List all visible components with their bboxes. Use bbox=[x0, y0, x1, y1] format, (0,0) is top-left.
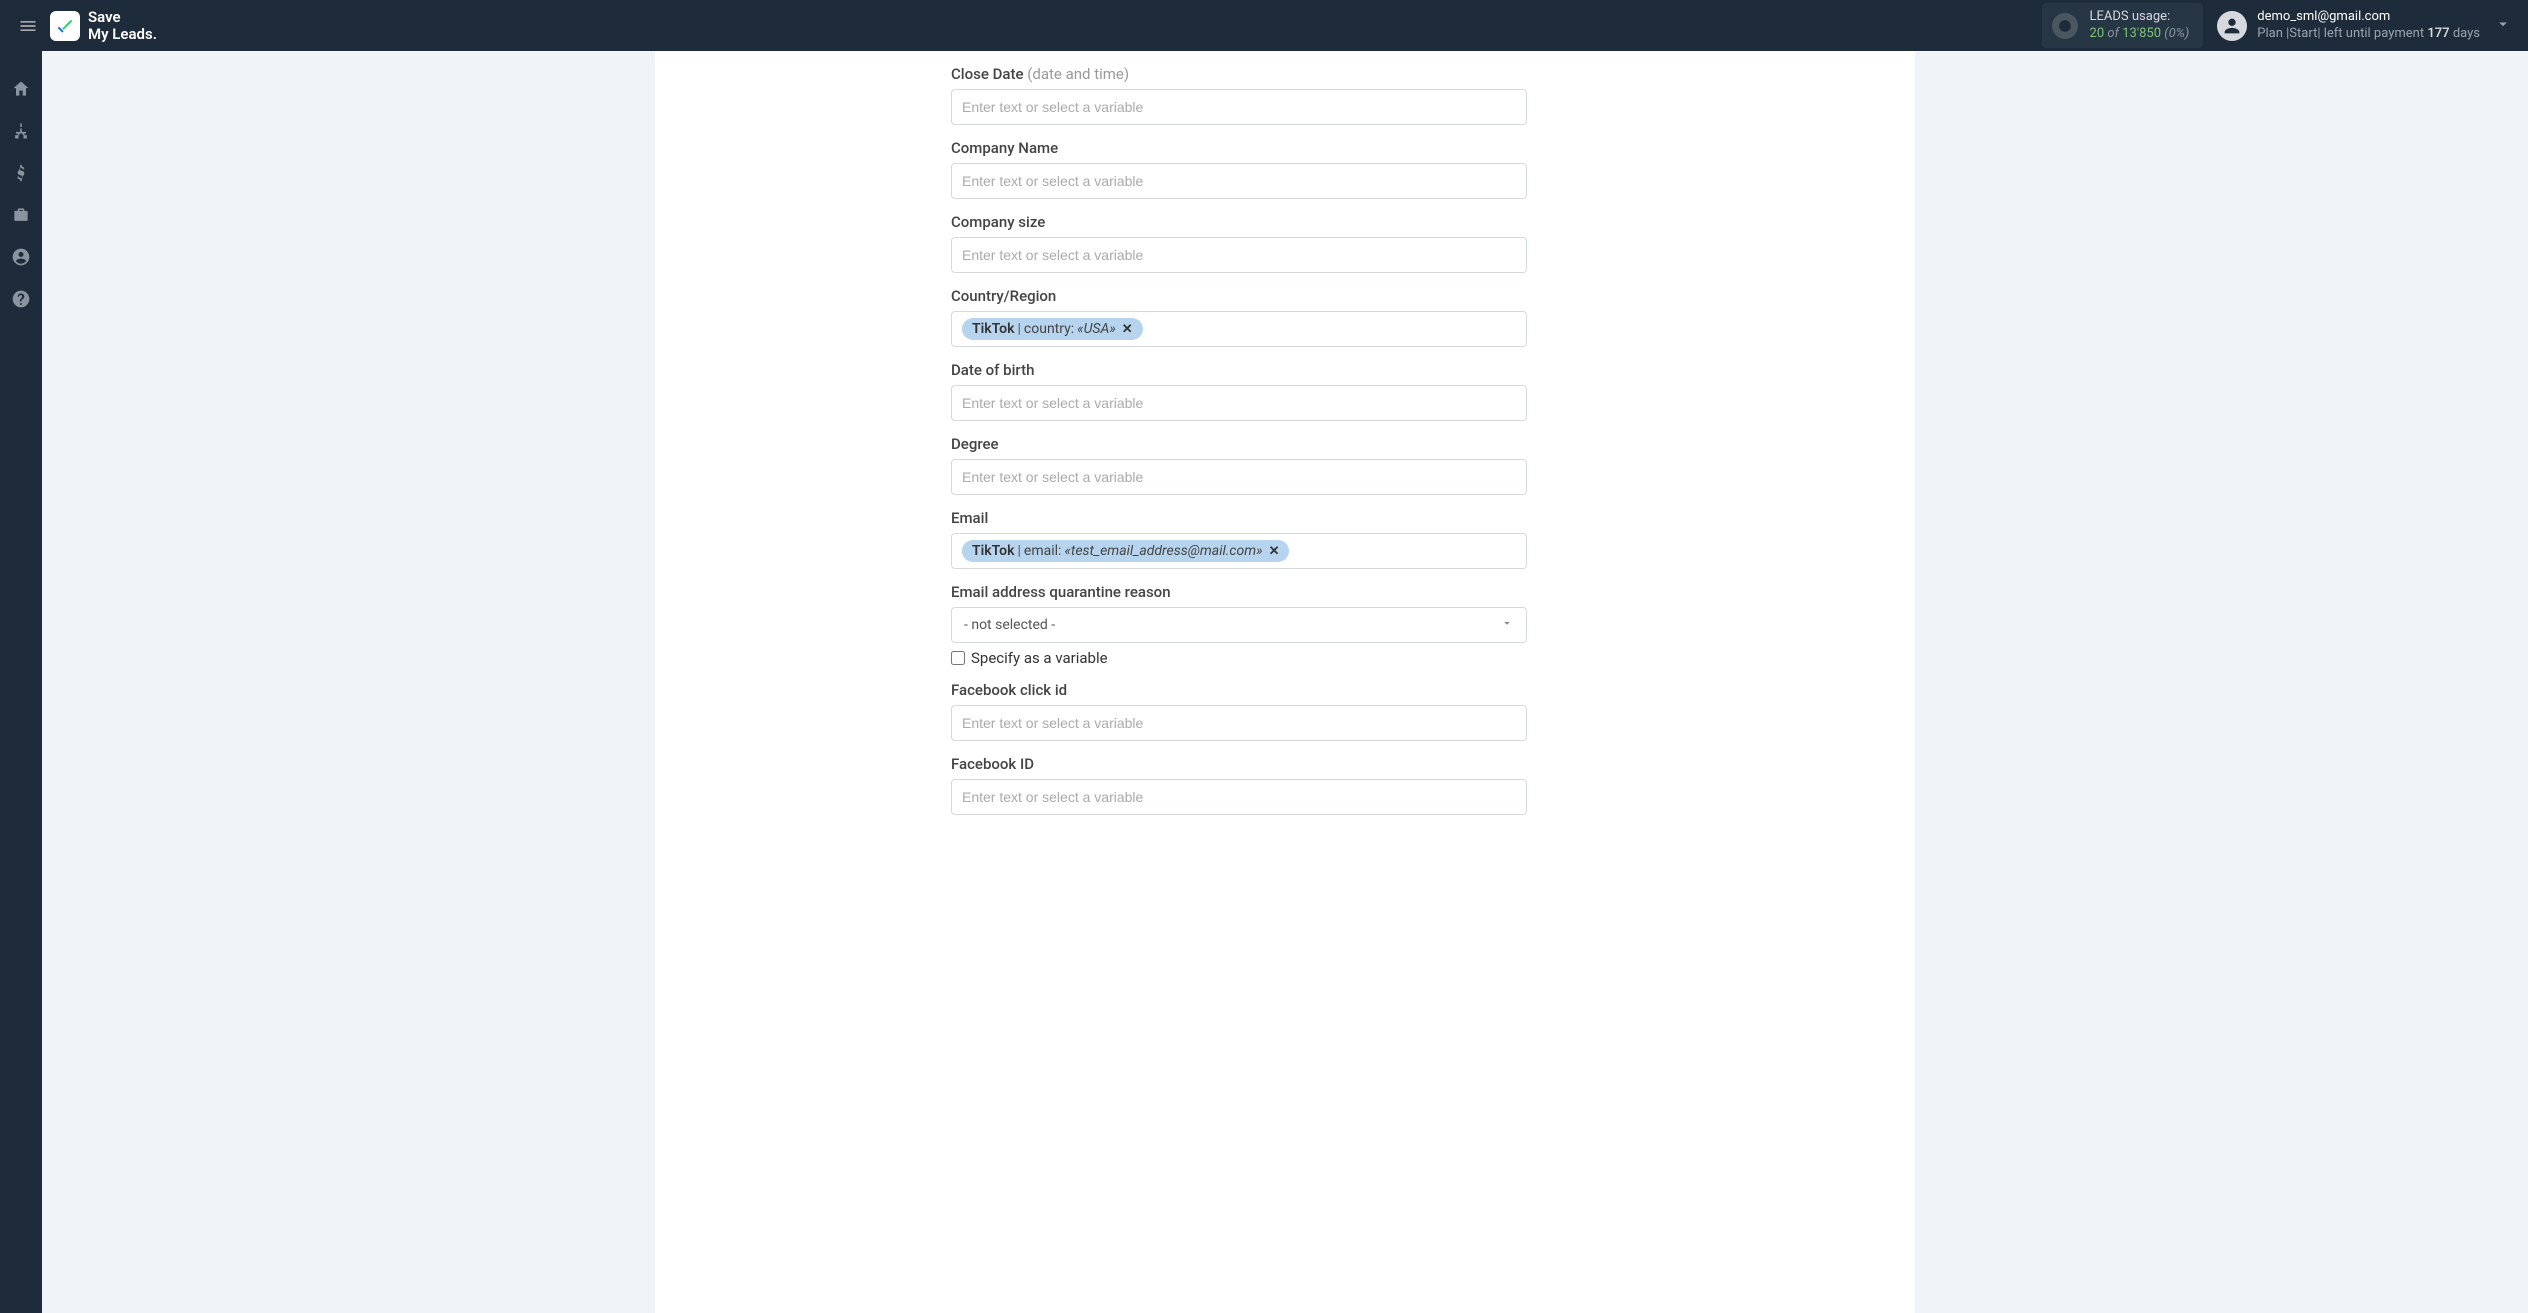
dollar-icon bbox=[11, 163, 31, 183]
help-icon bbox=[11, 289, 31, 309]
field-country: Country/Region TikTok | country: «USA» ✕ bbox=[951, 287, 1527, 347]
select-quarantine[interactable]: - not selected - bbox=[951, 607, 1527, 643]
label-email: Email bbox=[951, 509, 1527, 527]
input-country[interactable]: TikTok | country: «USA» ✕ bbox=[951, 311, 1527, 347]
user-email: demo_sml@gmail.com bbox=[2257, 9, 2480, 26]
sidebar-item-account[interactable] bbox=[11, 247, 31, 267]
select-value: - not selected - bbox=[964, 617, 1055, 633]
sidebar-item-billing[interactable] bbox=[11, 163, 31, 183]
field-quarantine: Email address quarantine reason - not se… bbox=[951, 583, 1527, 667]
field-email: Email TikTok | email: «test_email_addres… bbox=[951, 509, 1527, 569]
brand-text: Save My Leads. bbox=[88, 9, 157, 42]
input-close-date[interactable] bbox=[951, 89, 1527, 125]
label-close-date: Close Date (date and time) bbox=[951, 65, 1527, 83]
sidebar-item-connections[interactable] bbox=[11, 121, 31, 141]
usage-label: LEADS usage: bbox=[2090, 9, 2190, 26]
user-menu[interactable]: demo_sml@gmail.com Plan |Start| left unt… bbox=[2217, 9, 2480, 43]
header-bar: Save My Leads. LEADS usage: 20 of 13'850… bbox=[0, 0, 2528, 51]
label-fb-click-id: Facebook click id bbox=[951, 681, 1527, 699]
input-email[interactable]: TikTok | email: «test_email_address@mail… bbox=[951, 533, 1527, 569]
sidebar bbox=[0, 51, 42, 1313]
form-panel: Close Date (date and time) Company Name … bbox=[655, 51, 1915, 1313]
input-dob[interactable] bbox=[951, 385, 1527, 421]
label-degree: Degree bbox=[951, 435, 1527, 453]
specify-variable-checkbox[interactable] bbox=[951, 651, 965, 665]
input-fb-id[interactable] bbox=[951, 779, 1527, 815]
chip-remove-icon[interactable]: ✕ bbox=[1269, 544, 1280, 559]
chevron-down-icon bbox=[2494, 15, 2512, 33]
chevron-down-icon bbox=[1500, 616, 1514, 634]
sidebar-item-briefcase[interactable] bbox=[11, 205, 31, 225]
sitemap-icon bbox=[11, 121, 31, 141]
label-company-name: Company Name bbox=[951, 139, 1527, 157]
briefcase-icon bbox=[11, 205, 31, 225]
chip-country[interactable]: TikTok | country: «USA» ✕ bbox=[962, 318, 1143, 340]
usage-values: 20 of 13'850 (0%) bbox=[2090, 26, 2190, 43]
specify-variable-row[interactable]: Specify as a variable bbox=[951, 649, 1527, 667]
input-company-size[interactable] bbox=[951, 237, 1527, 273]
input-degree[interactable] bbox=[951, 459, 1527, 495]
label-country: Country/Region bbox=[951, 287, 1527, 305]
user-avatar-icon bbox=[2217, 11, 2247, 41]
brand-logo[interactable]: Save My Leads. bbox=[50, 9, 157, 42]
field-close-date: Close Date (date and time) bbox=[951, 65, 1527, 125]
input-fb-click-id[interactable] bbox=[951, 705, 1527, 741]
chip-email[interactable]: TikTok | email: «test_email_address@mail… bbox=[962, 540, 1289, 562]
sidebar-item-home[interactable] bbox=[11, 79, 31, 99]
field-fb-click-id: Facebook click id bbox=[951, 681, 1527, 741]
field-fb-id: Facebook ID bbox=[951, 755, 1527, 815]
main-area: Close Date (date and time) Company Name … bbox=[42, 51, 2528, 1313]
hamburger-icon bbox=[18, 16, 38, 36]
home-icon bbox=[11, 79, 31, 99]
label-quarantine: Email address quarantine reason bbox=[951, 583, 1527, 601]
chip-remove-icon[interactable]: ✕ bbox=[1122, 322, 1133, 337]
hamburger-menu-button[interactable] bbox=[12, 10, 44, 42]
field-company-size: Company size bbox=[951, 213, 1527, 273]
field-company-name: Company Name bbox=[951, 139, 1527, 199]
label-fb-id: Facebook ID bbox=[951, 755, 1527, 773]
user-circle-icon bbox=[11, 247, 31, 267]
specify-variable-label: Specify as a variable bbox=[971, 649, 1108, 667]
logo-mark bbox=[50, 11, 80, 41]
label-company-size: Company size bbox=[951, 213, 1527, 231]
input-company-name[interactable] bbox=[951, 163, 1527, 199]
field-degree: Degree bbox=[951, 435, 1527, 495]
field-dob: Date of birth bbox=[951, 361, 1527, 421]
sidebar-item-help[interactable] bbox=[11, 289, 31, 309]
info-icon bbox=[2052, 13, 2078, 39]
user-plan-line: Plan |Start| left until payment 177 days bbox=[2257, 26, 2480, 43]
leads-usage-box[interactable]: LEADS usage: 20 of 13'850 (0%) bbox=[2042, 3, 2204, 49]
label-dob: Date of birth bbox=[951, 361, 1527, 379]
check-icon bbox=[54, 15, 76, 37]
header-expand-button[interactable] bbox=[2490, 11, 2516, 41]
